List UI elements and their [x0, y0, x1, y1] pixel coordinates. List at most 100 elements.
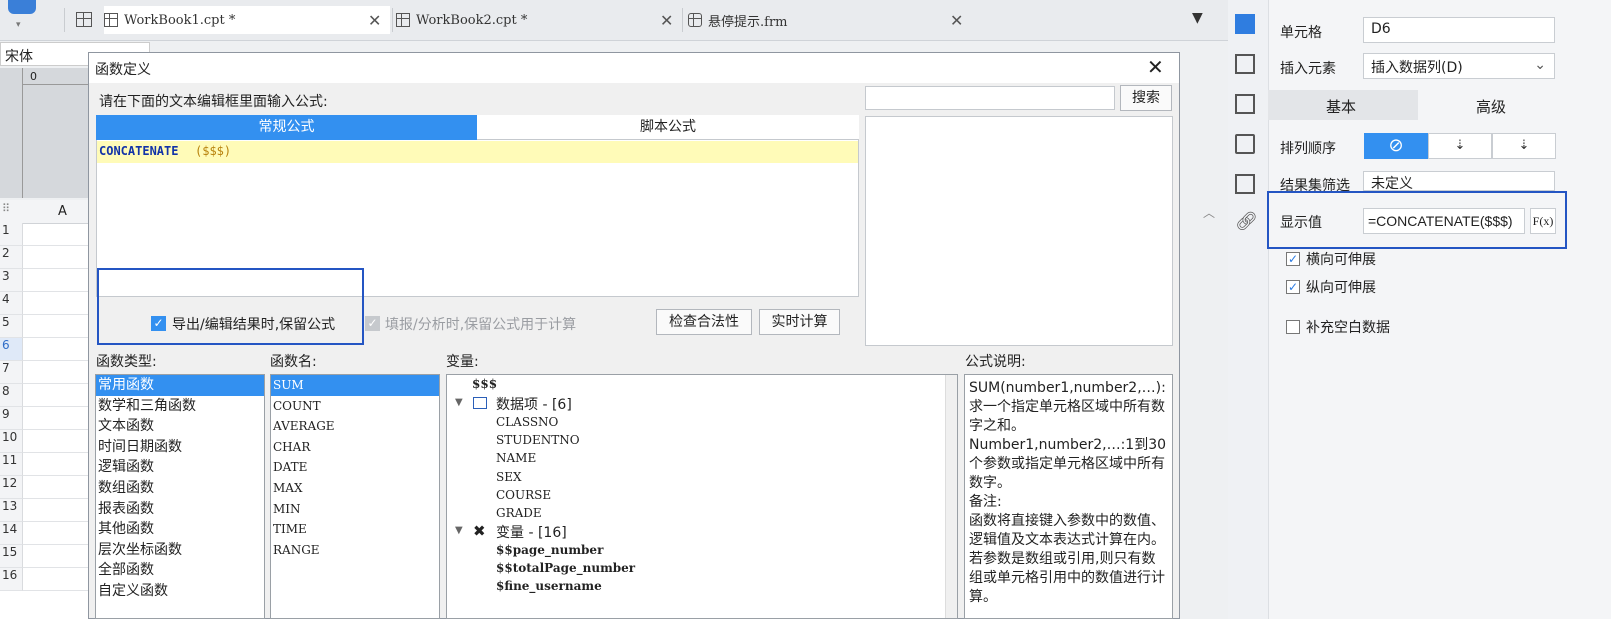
- sort-ascending-button[interactable]: ⇣: [1428, 133, 1492, 159]
- row-header[interactable]: 4: [0, 292, 22, 315]
- close-icon[interactable]: ✕: [950, 11, 963, 30]
- display-value-input[interactable]: =CONCATENATE($$$): [1363, 208, 1525, 234]
- function-name-item[interactable]: AVERAGE: [271, 416, 439, 437]
- vertical-expand-checkbox[interactable]: ✓: [1286, 280, 1300, 294]
- function-name-item[interactable]: CHAR: [271, 437, 439, 458]
- data-field-item[interactable]: COURSE: [496, 488, 551, 502]
- function-name-list[interactable]: SUM COUNT AVERAGE CHAR DATE MAX MIN TIME RANGE: [270, 374, 440, 619]
- tab-hover-form[interactable]: 悬停提示.frm ✕: [688, 6, 968, 34]
- cell[interactable]: [22, 269, 95, 292]
- function-type-item[interactable]: 其他函数: [96, 519, 264, 540]
- fill-blank-checkbox[interactable]: [1286, 320, 1300, 334]
- app-menu-chevron-icon[interactable]: ▾: [16, 20, 21, 30]
- tab-workbook1[interactable]: WorkBook1.cpt * ✕: [104, 6, 390, 34]
- data-field-item[interactable]: NAME: [496, 451, 536, 465]
- function-type-item[interactable]: 数组函数: [96, 478, 264, 499]
- variable-group-label[interactable]: 变量 - [16]: [496, 522, 567, 542]
- variable-item[interactable]: $fine_username: [496, 579, 602, 593]
- function-name-item[interactable]: MAX: [271, 478, 439, 499]
- function-type-item[interactable]: 数学和三角函数: [96, 396, 264, 417]
- close-icon[interactable]: ✕: [368, 11, 381, 30]
- function-type-item[interactable]: 全部函数: [96, 560, 264, 581]
- grid-view-icon[interactable]: [76, 12, 92, 27]
- formula-editor-button[interactable]: F(x): [1530, 208, 1556, 234]
- row-header[interactable]: 7: [0, 361, 22, 384]
- function-name-item[interactable]: TIME: [271, 519, 439, 540]
- variables-tree[interactable]: $$$ ▼ 数据项 - [6] CLASSNO STUDENTNO NAME SEX C…: [446, 374, 958, 619]
- tab-workbook2[interactable]: WorkBook2.cpt * ✕: [396, 6, 680, 34]
- cell[interactable]: [22, 315, 95, 338]
- function-type-item[interactable]: 文本函数: [96, 416, 264, 437]
- tab-overflow-icon[interactable]: ▼: [1192, 10, 1203, 26]
- sort-none-button[interactable]: ⊘: [1364, 133, 1428, 159]
- keep-formula-checkbox[interactable]: ✓: [151, 316, 166, 331]
- function-type-list[interactable]: 常用函数 数学和三角函数 文本函数 时间日期函数 逻辑函数 数组函数 报表函数 其他函数 层次坐…: [95, 374, 265, 619]
- widget-icon[interactable]: [1235, 134, 1255, 154]
- function-type-item[interactable]: 报表函数: [96, 499, 264, 520]
- tree-root[interactable]: $$$: [472, 377, 497, 391]
- row-header[interactable]: 11: [0, 453, 22, 476]
- row-header[interactable]: 1: [0, 223, 22, 246]
- close-icon[interactable]: ✕: [1147, 55, 1164, 79]
- cell[interactable]: [22, 430, 95, 453]
- cell[interactable]: [22, 407, 95, 430]
- cell[interactable]: [22, 499, 95, 522]
- result-filter-select[interactable]: 未定义: [1363, 171, 1555, 192]
- column-header-a[interactable]: A: [58, 204, 67, 219]
- function-name-item[interactable]: MIN: [271, 499, 439, 520]
- cell-input[interactable]: D6: [1363, 17, 1555, 43]
- variable-item[interactable]: $$page_number: [496, 543, 603, 557]
- function-type-item[interactable]: 常用函数: [96, 375, 264, 396]
- cell[interactable]: [22, 476, 95, 499]
- row-header[interactable]: 10: [0, 430, 22, 453]
- tree-scrollbar[interactable]: [945, 375, 957, 618]
- cell[interactable]: [22, 568, 95, 591]
- cell[interactable]: [22, 361, 95, 384]
- function-name-item[interactable]: DATE: [271, 457, 439, 478]
- tab-script-formula[interactable]: 脚本公式: [477, 115, 859, 140]
- row-header[interactable]: 15: [0, 545, 22, 568]
- cell[interactable]: [22, 223, 95, 246]
- search-results-panel[interactable]: [865, 116, 1173, 346]
- function-type-item[interactable]: 自定义函数: [96, 581, 264, 602]
- function-name-item[interactable]: RANGE: [271, 540, 439, 561]
- row-header[interactable]: 6: [0, 338, 22, 361]
- data-field-item[interactable]: SEX: [496, 470, 522, 484]
- row-header[interactable]: 9: [0, 407, 22, 430]
- data-field-item[interactable]: GRADE: [496, 506, 542, 520]
- function-type-item[interactable]: 时间日期函数: [96, 437, 264, 458]
- horizontal-expand-checkbox[interactable]: ✓: [1286, 252, 1300, 266]
- select-all-icon[interactable]: ⠿: [2, 202, 10, 215]
- data-field-item[interactable]: CLASSNO: [496, 415, 558, 429]
- function-name-item[interactable]: SUM: [271, 375, 439, 396]
- function-name-item[interactable]: COUNT: [271, 396, 439, 417]
- cell[interactable]: [22, 338, 95, 361]
- chevron-down-icon[interactable]: ▼: [455, 525, 463, 536]
- row-header[interactable]: 12: [0, 476, 22, 499]
- cell[interactable]: [22, 384, 95, 407]
- realtime-calc-button[interactable]: 实时计算: [759, 309, 840, 335]
- function-type-item[interactable]: 层次坐标函数: [96, 540, 264, 561]
- cell-element-icon[interactable]: [1235, 54, 1255, 74]
- row-header[interactable]: 5: [0, 315, 22, 338]
- collapse-up-icon[interactable]: ︿: [1203, 204, 1215, 221]
- cell[interactable]: [22, 292, 95, 315]
- chevron-down-icon[interactable]: ▼: [455, 397, 463, 408]
- row-header[interactable]: 16: [0, 568, 22, 591]
- row-header[interactable]: 14: [0, 522, 22, 545]
- function-type-item[interactable]: 逻辑函数: [96, 457, 264, 478]
- close-icon[interactable]: ✕: [660, 11, 673, 30]
- search-button[interactable]: 搜索: [1120, 85, 1172, 111]
- condition-attribute-icon[interactable]: [1235, 174, 1255, 194]
- variable-item[interactable]: $$totalPage_number: [496, 561, 635, 575]
- cell[interactable]: [22, 453, 95, 476]
- sort-descending-button[interactable]: ⇣: [1492, 133, 1556, 159]
- insert-element-select[interactable]: 插入数据列(D) ⌄: [1363, 53, 1555, 79]
- cell-properties-icon[interactable]: [1235, 14, 1255, 34]
- spreadsheet-grid[interactable]: ⠿ A 1 2 3 4 5 6 7 8 9 10 11 12 13 14 15 16: [0, 200, 95, 619]
- hyperlink-icon[interactable]: 🔗︎: [1235, 212, 1258, 232]
- frame-icon[interactable]: [1235, 94, 1255, 114]
- data-group-label[interactable]: 数据项 - [6]: [496, 394, 572, 414]
- row-header[interactable]: 13: [0, 499, 22, 522]
- row-header[interactable]: 3: [0, 269, 22, 292]
